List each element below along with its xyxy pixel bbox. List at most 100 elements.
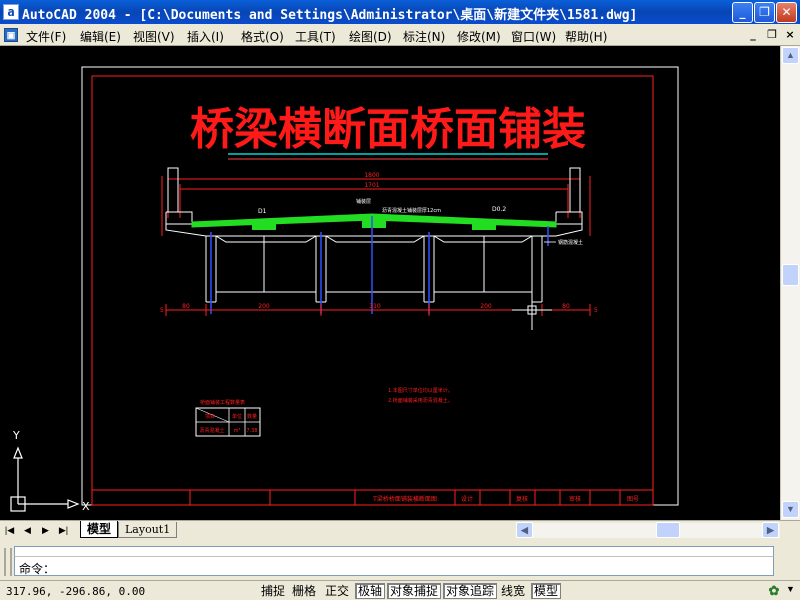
drawing-title: 桥梁横断面桥面铺装: [190, 104, 586, 155]
table-cell-qty: 7.38: [246, 428, 257, 434]
status-bar: 317.96, -296.86, 0.00 捕捉 栅格 正交 极轴 对象捕捉 对…: [0, 580, 800, 600]
tray-icon[interactable]: ✿: [766, 583, 782, 599]
tray-menu-arrow-icon[interactable]: ▼: [786, 584, 795, 594]
scroll-left-button[interactable]: ◀: [516, 522, 533, 538]
side-mark-left: 5: [160, 307, 164, 314]
tab-model[interactable]: 模型: [80, 521, 119, 538]
table-cell-item: 沥青混凝土: [199, 427, 224, 434]
scroll-down-button[interactable]: ▼: [782, 501, 799, 518]
table-cell-unit: m³: [234, 428, 241, 434]
pile-centerlines: [210, 216, 549, 314]
arrow-left-icon: ◀: [521, 525, 528, 535]
bridge-deck: [165, 224, 583, 303]
paving-block-1: [252, 222, 276, 230]
menu-draw[interactable]: 绘图(D): [349, 28, 392, 45]
dim-span-2: 310: [369, 303, 381, 310]
tab-next-button[interactable]: ▶: [38, 523, 53, 537]
toggle-ortho[interactable]: 正交: [322, 583, 352, 599]
dim-span-right-end: 80: [562, 303, 570, 310]
close-button[interactable]: ✕: [776, 2, 797, 23]
toggle-otrack[interactable]: 对象追踪: [443, 583, 498, 599]
scroll-up-button[interactable]: ▲: [782, 47, 799, 64]
doc-restore-button[interactable]: ❐: [765, 28, 779, 42]
tab-prev-button[interactable]: ◀: [20, 523, 35, 537]
document-icon[interactable]: ▣: [4, 28, 18, 42]
toggle-snap[interactable]: 捕捉: [258, 583, 288, 599]
restore-icon: ❐: [759, 5, 770, 19]
horizontal-scrollbar[interactable]: ◀ ▶: [516, 522, 780, 538]
label-right-callout: 钢筋混凝土: [558, 239, 583, 246]
ucs-y-label: Y: [12, 429, 20, 442]
label-d02: D0.2: [492, 206, 506, 213]
menu-modify[interactable]: 修改(M): [457, 28, 501, 45]
autocad-app-icon[interactable]: a: [3, 4, 19, 20]
arrow-up-icon: ▲: [786, 50, 795, 60]
title-block-design: 设计: [461, 495, 473, 503]
toggle-polar[interactable]: 极轴: [355, 583, 386, 599]
title-bar: a AutoCAD 2004 - [C:\Documents and Setti…: [0, 0, 800, 24]
vertical-scroll-thumb[interactable]: [782, 264, 799, 286]
command-window-grip[interactable]: [4, 548, 12, 576]
paving-block-2: [362, 220, 386, 228]
close-icon: ✕: [781, 5, 792, 19]
toggle-lineweight[interactable]: 线宽: [498, 583, 528, 599]
window-title: AutoCAD 2004 - [C:\Documents and Setting…: [22, 8, 638, 23]
doc-close-button[interactable]: ×: [783, 28, 797, 42]
command-line-input[interactable]: 命令：: [14, 556, 774, 576]
paving-block-3: [472, 222, 496, 230]
menu-dimension[interactable]: 标注(N): [403, 28, 445, 45]
horizontal-scroll-thumb[interactable]: [656, 522, 680, 538]
table-header-item: 项目: [205, 414, 215, 420]
tab-last-button[interactable]: ▶|: [56, 523, 71, 537]
dim-deck-width: 1701: [364, 182, 379, 189]
command-history: [14, 546, 774, 556]
layout-tab-bar: |◀ ◀ ▶ ▶| 模型 Layout1 ◀ ▶: [0, 520, 800, 538]
menu-window[interactable]: 窗口(W): [511, 28, 556, 45]
toggle-osnap[interactable]: 对象捕捉: [387, 583, 442, 599]
vertical-scrollbar[interactable]: ▲ ▼: [780, 46, 800, 520]
side-mark-right: 5: [594, 307, 598, 314]
title-block-check: 复核: [516, 495, 528, 503]
scroll-right-button[interactable]: ▶: [762, 522, 779, 538]
arrow-down-icon: ▼: [786, 504, 795, 514]
tab-first-button[interactable]: |◀: [2, 523, 17, 537]
dim-span-3: 200: [480, 303, 492, 310]
table-header-qty: 数量: [247, 413, 257, 420]
menu-edit[interactable]: 编辑(E): [80, 28, 121, 45]
minimize-icon: _: [739, 5, 746, 19]
minimize-button[interactable]: _: [732, 2, 753, 23]
menu-tools[interactable]: 工具(T): [295, 28, 336, 45]
toggle-model-space[interactable]: 模型: [531, 583, 562, 599]
dim-span-1: 200: [258, 303, 270, 310]
menu-view[interactable]: 视图(V): [133, 28, 175, 45]
toggle-grid[interactable]: 栅格: [289, 583, 319, 599]
menu-bar: ▣ 文件(F) 编辑(E) 视图(V) 插入(I) 格式(O) 工具(T) 绘图…: [0, 24, 800, 46]
menu-file[interactable]: 文件(F): [26, 28, 66, 45]
label-d1: D1: [258, 208, 267, 215]
menu-insert[interactable]: 插入(I): [187, 28, 224, 45]
restore-button[interactable]: ❐: [754, 2, 775, 23]
menu-format[interactable]: 格式(O): [241, 28, 284, 45]
ucs-x-label: X: [82, 500, 90, 513]
drawing-canvas[interactable]: 桥梁横断面桥面铺装 1800 1701 80 200 310 200 80 5 …: [0, 46, 780, 520]
table-header-unit: 单位: [232, 413, 242, 420]
label-paving: 铺装层: [356, 198, 371, 205]
ucs-icon: [10, 446, 80, 512]
command-prompt: 命令：: [19, 562, 56, 576]
title-block-name: T梁桥桥面铺装横断面图: [372, 495, 437, 503]
note-2: 2.桥面铺装采用沥青混凝土。: [388, 397, 453, 404]
menu-help[interactable]: 帮助(H): [565, 28, 607, 45]
label-paving-note: 沥青混凝土铺装层厚12cm: [382, 207, 441, 214]
cursor-coordinates[interactable]: 317.96, -296.86, 0.00: [6, 585, 145, 598]
tab-layout1[interactable]: Layout1: [118, 522, 178, 538]
title-block: T梁桥桥面铺装横断面图 设计 复核 审核 图号: [91, 489, 654, 506]
note-1: 1.本图尺寸单位均以厘米计。: [388, 387, 453, 394]
doc-minimize-button[interactable]: _: [746, 28, 760, 42]
dim-total-width: 1800: [364, 172, 379, 179]
title-block-review: 审核: [569, 495, 581, 503]
table-title: 桥面铺装工程数量表: [200, 399, 245, 406]
arrow-right-icon: ▶: [767, 525, 774, 535]
title-block-drawing-no: 图号: [627, 496, 639, 503]
quantity-table: 桥面铺装工程数量表 项目 单位 数量 沥青混凝土 m³ 7.38: [195, 399, 261, 437]
command-window: 命令：: [0, 538, 800, 580]
